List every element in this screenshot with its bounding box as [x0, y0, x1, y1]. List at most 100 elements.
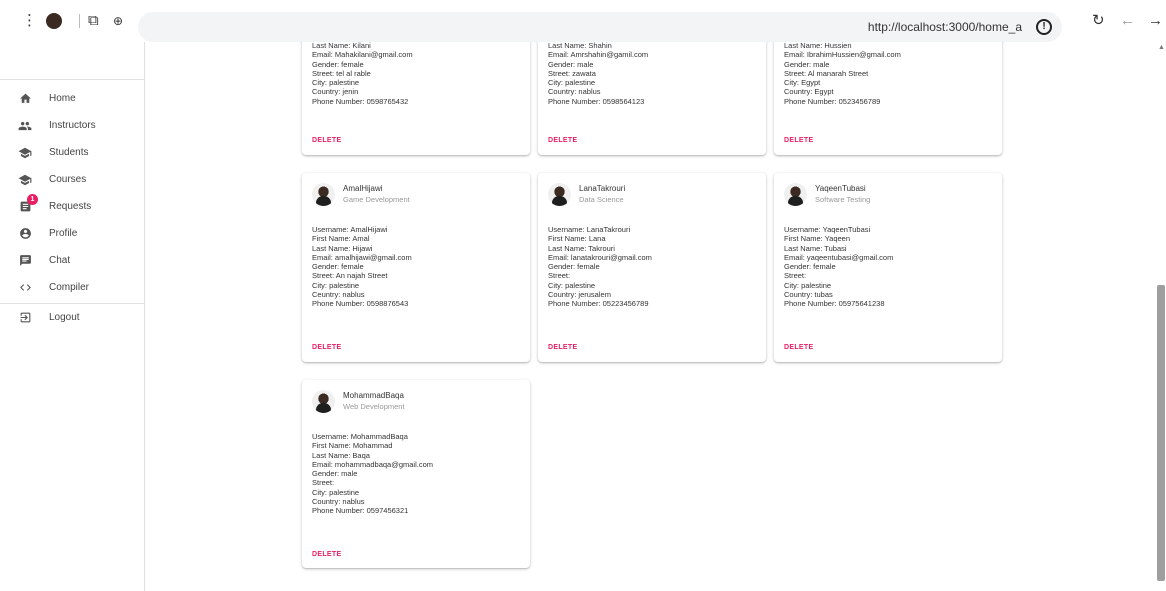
site-info-icon[interactable]: ! [1036, 19, 1052, 35]
card-detail-line: Last Name: Kilani [312, 42, 371, 50]
card-detail-line: Phone Number: 0523456789 [784, 96, 881, 106]
delete-button[interactable]: DELETE [312, 137, 341, 144]
delete-button[interactable]: DELETE [548, 344, 577, 351]
avatar [784, 183, 807, 206]
instructor-name: MohammadBaqa [343, 391, 404, 400]
logout-icon [17, 310, 33, 326]
sidebar-item-courses[interactable]: Courses [0, 166, 144, 193]
requests-badge: 1 [27, 194, 38, 205]
instructor-name: AmalHijawi [343, 184, 383, 193]
card-detail-line: Gender: female [312, 262, 364, 272]
avatar [312, 183, 335, 206]
chat-icon [17, 253, 33, 269]
scrollbar-thumb[interactable] [1157, 285, 1165, 581]
sidebar-item-label: Logout [49, 312, 80, 323]
instructor-card: MohammadBaqa Web Development Username: M… [302, 380, 530, 568]
url-text[interactable]: http://localhost:3000/home_a [868, 20, 1022, 34]
people-icon [17, 118, 33, 134]
sidebar-item-label: Students [49, 147, 89, 158]
card-detail-line: Gender: male [784, 59, 830, 69]
account-icon [17, 226, 33, 242]
card-detail-line: Phone Number: 0598564123 [548, 96, 645, 106]
sidebar-item-home[interactable]: Home [0, 85, 144, 112]
security-icon[interactable]: ⊕ [113, 13, 123, 29]
card-detail-line: Email: Amrshahin@gamil.com [548, 50, 649, 60]
card-details: Username: LanaTakrouri First Name: Lana … [548, 225, 652, 309]
avatar [312, 390, 335, 413]
card-detail-line: City: palestine [312, 487, 360, 497]
sidebar-item-students[interactable]: Students [0, 139, 144, 166]
instructor-card: Last Name: Hussien Email: IbrahimHussien… [774, 42, 1002, 155]
address-bar[interactable]: http://localhost:3000/home_a ! [138, 12, 1062, 42]
back-icon[interactable]: → [1148, 13, 1163, 29]
sidebar-item-logout[interactable]: Logout [0, 304, 144, 331]
card-detail-line: Country: nablus [548, 87, 601, 97]
card-detail-line: Country: tubas [784, 290, 833, 300]
card-details: Last Name: Hussien Email: IbrahimHussien… [784, 42, 901, 106]
instructor-name: YaqeenTubasi [815, 184, 866, 193]
card-detail-line: Last Name: Shahin [548, 42, 612, 50]
card-detail-line: Phone Number: 0597456321 [312, 506, 409, 516]
sidebar-item-label: Profile [49, 228, 78, 239]
browser-toolbar: ⋮ ⧉ ⊕ ☆ ⚲ ⚿ http://localhost:3000/home_a… [0, 0, 1166, 42]
sidebar-item-label: Chat [49, 255, 71, 266]
card-detail-line: City: Egypt [784, 78, 821, 88]
instructor-course: Web Development [343, 402, 405, 411]
card-detail-line: Email: lanatakrouri@gmail.com [548, 252, 652, 262]
sidebar-item-chat[interactable]: Chat [0, 247, 144, 274]
sidebar-item-profile[interactable]: Profile [0, 220, 144, 247]
card-details: Last Name: Shahin Email: Amrshahin@gamil… [548, 42, 648, 106]
profile-avatar-icon[interactable] [46, 13, 62, 29]
toolbar-separator [79, 14, 80, 28]
card-detail-line: Username: LanaTakrouri [548, 225, 631, 234]
sidebar-item-compiler[interactable]: Compiler [0, 274, 144, 301]
instructor-name: LanaTakrouri [579, 184, 626, 193]
reload-icon[interactable]: ↻ [1092, 13, 1105, 29]
school-icon [17, 172, 33, 188]
sidebar-divider [0, 79, 144, 80]
card-detail-line: Gender: male [312, 469, 358, 479]
card-detail-line: Country: jenin [312, 87, 359, 97]
card-detail-line: Street: tel al rable [312, 68, 371, 78]
card-detail-line: Country: jerusalem [548, 290, 611, 300]
menu-dots-icon[interactable]: ⋮ [22, 13, 37, 29]
card-detail-line: Street: [784, 271, 807, 281]
card-detail-line: Phone Number: 05975641238 [784, 299, 885, 309]
card-detail-line: Street: zawata [548, 68, 596, 78]
card-detail-line: City: palestine [784, 280, 832, 290]
delete-button[interactable]: DELETE [312, 344, 341, 351]
card-detail-line: Country: nablus [312, 497, 365, 507]
scroll-up-icon[interactable]: ▲ [1158, 44, 1165, 51]
card-details: Username: YaqeenTubasi First Name: Yaqee… [784, 225, 893, 309]
extensions-icon[interactable]: ⧉ [88, 13, 99, 29]
card-detail-line: First Name: Amal [312, 234, 370, 244]
card-detail-line: Last Name: Tubasi [784, 243, 847, 253]
card-detail-line: Last Name: Baqa [312, 450, 370, 460]
delete-button[interactable]: DELETE [312, 551, 341, 558]
instructor-card: Last Name: Shahin Email: Amrshahin@gamil… [538, 42, 766, 155]
sidebar-item-instructors[interactable]: Instructors [0, 112, 144, 139]
card-details: Username: MohammadBaqa First Name: Moham… [312, 432, 433, 516]
sidebar-item-label: Instructors [49, 120, 96, 131]
home-icon [17, 91, 33, 107]
card-detail-line: Username: AmalHijawi [312, 225, 388, 234]
delete-button[interactable]: DELETE [784, 137, 813, 144]
instructor-course: Software Testing [815, 195, 871, 204]
card-detail-line: City: palestine [312, 78, 360, 88]
card-detail-line: Gender: female [784, 262, 836, 272]
sidebar-item-label: Home [49, 93, 76, 104]
delete-button[interactable]: DELETE [548, 137, 577, 144]
card-detail-line: First Name: Lana [548, 234, 606, 244]
sidebar: Home Instructors Students Courses 1 Requ… [0, 42, 145, 591]
forward-icon[interactable]: ← [1120, 13, 1135, 29]
code-icon [17, 280, 33, 296]
instructor-course: Data Science [579, 195, 624, 204]
delete-button[interactable]: DELETE [784, 344, 813, 351]
sidebar-item-requests[interactable]: 1 Requests [0, 193, 144, 220]
card-detail-line: First Name: Yaqeen [784, 234, 851, 244]
card-detail-line: Street: Al manarah Street [784, 68, 869, 78]
card-detail-line: Street: [312, 478, 335, 488]
sidebar-item-label: Compiler [49, 282, 90, 293]
instructor-card: Last Name: Kilani Email: Mahakilani@gmai… [302, 42, 530, 155]
card-detail-line: Email: yaqeentubasi@gmail.com [784, 252, 894, 262]
